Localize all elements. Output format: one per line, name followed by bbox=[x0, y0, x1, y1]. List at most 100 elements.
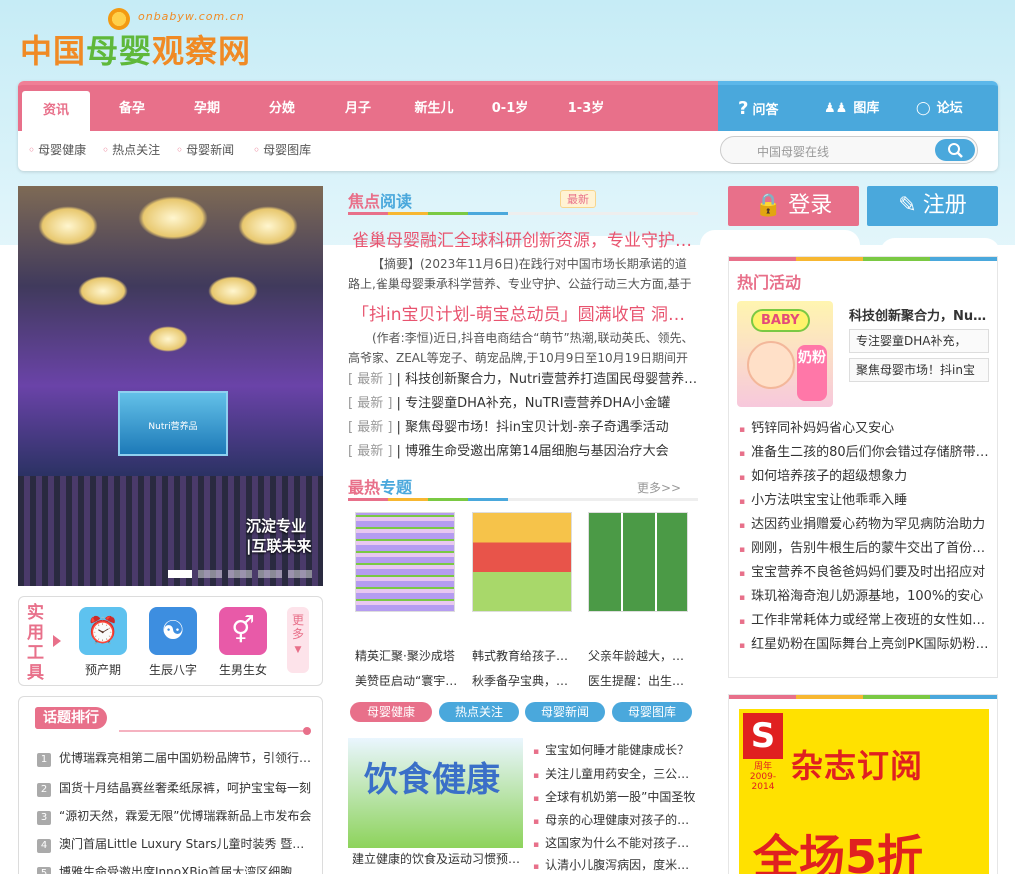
logo-text-c: 观察网 bbox=[152, 32, 252, 70]
health-list-item[interactable]: 关注儿童用药安全，三公仔行动 bbox=[533, 765, 701, 782]
chandelier bbox=[238, 206, 298, 246]
hot-item[interactable]: 工作非常耗体力或经常上夜班的女性如何备孕 bbox=[739, 609, 991, 628]
subnav-news[interactable]: 母婴新闻 bbox=[176, 141, 234, 158]
topic-title[interactable]: 韩式教育给孩子的启示 bbox=[472, 647, 580, 664]
subnav-hot[interactable]: 热点关注 bbox=[102, 141, 160, 158]
tools-more-button[interactable]: 更多 ▼ bbox=[287, 607, 309, 673]
hot-item[interactable]: 达因药业捐赠爱心药物为罕见病防治助力 bbox=[739, 513, 991, 532]
rank-number: 5 bbox=[37, 867, 51, 874]
hot-feature-link[interactable]: 聚焦母婴市场！抖in宝 bbox=[849, 358, 989, 382]
topic-subtitle[interactable]: 医生提醒：出生体重与健康 bbox=[588, 672, 696, 689]
ranking-item-title: 澳门首届Little Luxury Stars儿童时装秀 暨DF活动 bbox=[59, 837, 312, 851]
focus-banner[interactable]: Nutri营养品 沉淀专业 |互联未来 bbox=[18, 186, 323, 586]
search-box[interactable]: 中国母婴在线 bbox=[720, 136, 978, 164]
health-list-item[interactable]: 母亲的心理健康对孩子的成长 bbox=[533, 811, 701, 828]
news-title: 博雅生命受邀出席第14届细胞与基因治疗大会 bbox=[405, 444, 669, 459]
hot-feature-link[interactable]: 专注婴童DHA补充， bbox=[849, 329, 989, 353]
nav-item-preconception[interactable]: 备孕 bbox=[98, 87, 166, 131]
search-button[interactable] bbox=[935, 139, 975, 161]
tab-health[interactable]: 母婴健康 bbox=[350, 702, 432, 722]
magazine-offer: 全场5折 bbox=[753, 830, 924, 874]
tool-birth-chart[interactable]: ☯ 生辰八字 bbox=[143, 607, 203, 678]
nav-item-1-3[interactable]: 1-3岁 bbox=[552, 87, 620, 131]
hot-item[interactable]: 红星奶粉在国际舞台上亮剑PK国际奶粉大牌 bbox=[739, 633, 991, 652]
ranking-item[interactable]: 1 优博瑞霖亮相第二届中国奶粉品牌节，引领行业新标准 bbox=[37, 749, 312, 767]
health-list-item[interactable]: 认清小儿腹泻病因，度米林帮你 bbox=[533, 856, 701, 873]
topic-subtitle[interactable]: 美赞臣启动“寰宇计划” bbox=[355, 672, 463, 689]
topic-title[interactable]: 精英汇聚·聚沙成塔 bbox=[355, 647, 463, 664]
nav-item-confinement[interactable]: 月子 bbox=[324, 87, 392, 131]
magazine-banner[interactable]: S 周年 2009-2014 杂志订阅 全场5折 bbox=[739, 709, 989, 874]
headline-1[interactable]: 雀巢母婴融汇全球科研创新资源，专业守护中国宝宝 bbox=[352, 226, 698, 251]
banner-dot[interactable] bbox=[288, 570, 312, 578]
hot-feature-title[interactable]: 科技创新聚合力，Nutri壹营养 bbox=[849, 305, 989, 324]
hot-item[interactable]: 如何培养孩子的超级想象力 bbox=[739, 465, 991, 484]
topic-image[interactable] bbox=[472, 512, 572, 612]
subnav-gallery[interactable]: 母婴图库 bbox=[253, 141, 311, 158]
headline-2[interactable]: 「抖in宝贝计划-萌宝总动员」圆满收官 洞察新一代育儿 bbox=[352, 300, 698, 325]
nav-qa-link[interactable]: ? 问答 bbox=[738, 87, 778, 131]
nav-item-pregnancy[interactable]: 孕期 bbox=[173, 87, 241, 131]
news-item[interactable]: [ 最新 ] | 科技创新聚合力，Nutri壹营养打造国民母婴营养品牌 bbox=[348, 368, 698, 387]
hot-item[interactable]: 钙锌同补妈妈省心又安心 bbox=[739, 417, 991, 436]
topic-title[interactable]: 父亲年龄越大，孩子越聪明 bbox=[588, 647, 696, 664]
topic-subtitle[interactable]: 秋季备孕宝典，孕前必看 bbox=[472, 672, 580, 689]
nav-forum-link[interactable]: ◯ 论坛 bbox=[916, 87, 963, 131]
nav-item-newborn[interactable]: 新生儿 bbox=[400, 87, 468, 131]
magazine-heading: 杂志订阅 bbox=[791, 747, 924, 785]
ranking-item[interactable]: 4 澳门首届Little Luxury Stars儿童时装秀 暨DF活动 bbox=[37, 835, 312, 853]
topic-card[interactable] bbox=[588, 512, 688, 612]
question-icon: ? bbox=[738, 98, 749, 119]
topic-card[interactable] bbox=[355, 512, 455, 612]
utility-tools: 实用工具 ⏰ 预产期 ☯ 生辰八字 ⚥ 生男生女 更多 ▼ bbox=[18, 596, 323, 686]
login-button[interactable]: 🔒 登录 bbox=[728, 186, 859, 226]
topics-more-link[interactable]: 更多>> bbox=[637, 479, 681, 496]
register-button[interactable]: ✎ 注册 bbox=[867, 186, 998, 226]
health-list-item[interactable]: 宝宝如何睡才能健康成长？ bbox=[533, 741, 701, 758]
banner-dot[interactable] bbox=[258, 570, 282, 578]
tab-gallery[interactable]: 母婴图库 bbox=[612, 702, 692, 722]
subnav-health[interactable]: 母婴健康 bbox=[28, 141, 86, 158]
banner-dot[interactable] bbox=[198, 570, 222, 578]
hot-item[interactable]: 准备生二孩的80后们你会错过存储脐带血吗 bbox=[739, 441, 991, 460]
hot-item[interactable]: 小方法哄宝宝让他乖乖入睡 bbox=[739, 489, 991, 508]
ranking-item[interactable]: 2 国货十月结晶赛丝奢柔纸尿裤，呵护宝宝每一刻 bbox=[37, 779, 312, 797]
tab-news[interactable]: 母婴新闻 bbox=[525, 702, 605, 722]
health-image[interactable]: 饮食健康 bbox=[348, 738, 523, 848]
chandelier bbox=[138, 196, 208, 240]
news-item[interactable]: [ 最新 ] | 聚焦母婴市场！抖in宝贝计划-亲子奇遇季活动 bbox=[348, 416, 698, 435]
site-header: onbabyw.com.cn 中国母婴观察网 bbox=[0, 0, 1015, 80]
tool-due-date[interactable]: ⏰ 预产期 bbox=[73, 607, 133, 678]
pencil-icon: ✎ bbox=[898, 193, 917, 218]
hot-item[interactable]: 珠玑裕海奇泡儿奶源基地，100%的安心 bbox=[739, 585, 991, 604]
topic-image[interactable] bbox=[355, 512, 455, 612]
hot-item[interactable]: 宝宝营养不良爸爸妈妈们要及时出招应对 bbox=[739, 561, 991, 580]
news-item[interactable]: [ 最新 ] | 专注婴童DHA补充，NuTRI壹营养DHA小金罐 bbox=[348, 392, 698, 411]
news-item[interactable]: [ 最新 ] | 博雅生命受邀出席第14届细胞与基因治疗大会 bbox=[348, 440, 698, 459]
ranking-item[interactable]: 3 “源初天然，霖爱无限”优博瑞霖新品上市发布会 bbox=[37, 807, 312, 825]
tool-gender[interactable]: ⚥ 生男生女 bbox=[213, 607, 273, 678]
tab-hot[interactable]: 热点关注 bbox=[439, 702, 519, 722]
health-caption[interactable]: 建立健康的饮食及运动习惯预防肥胖 bbox=[352, 850, 522, 867]
lock-icon: 🔒 bbox=[754, 193, 783, 218]
nav-qa-label: 问答 bbox=[752, 103, 779, 118]
news-tag: [ 最新 ] bbox=[348, 396, 393, 411]
nav-item-0-1[interactable]: 0-1岁 bbox=[476, 87, 544, 131]
ranking-item[interactable]: 5 博雅生命受邀出席InnoXBio首届大湾区细胞与基因治疗 bbox=[37, 863, 312, 874]
nav-item-delivery[interactable]: 分娩 bbox=[248, 87, 316, 131]
topic-card[interactable] bbox=[472, 512, 572, 612]
hot-feature-image[interactable]: BABY 奶粉 bbox=[737, 301, 833, 407]
section-divider bbox=[729, 257, 997, 261]
banner-dot[interactable] bbox=[228, 570, 252, 578]
health-list-item[interactable]: 这国家为什么不能对孩子宽容 bbox=[533, 834, 701, 851]
baby-bottle-label: 奶粉 bbox=[797, 345, 827, 401]
nav-item-news[interactable]: 资讯 bbox=[22, 91, 90, 135]
hot-item[interactable]: 刚刚，告别牛根生后的蒙牛交出了首份成绩单 bbox=[739, 537, 991, 556]
banner-dot[interactable] bbox=[168, 570, 192, 578]
nav-gallery-link[interactable]: ♟♟ 图库 bbox=[824, 87, 879, 131]
topic-image[interactable] bbox=[588, 512, 688, 612]
logo-text-b: 母婴 bbox=[86, 32, 153, 70]
health-list-item[interactable]: 全球有机奶第一股”中国圣牧 bbox=[533, 788, 701, 805]
search-input[interactable]: 中国母婴在线 bbox=[757, 143, 829, 160]
site-logo[interactable]: 中国母婴观察网 bbox=[20, 26, 251, 72]
